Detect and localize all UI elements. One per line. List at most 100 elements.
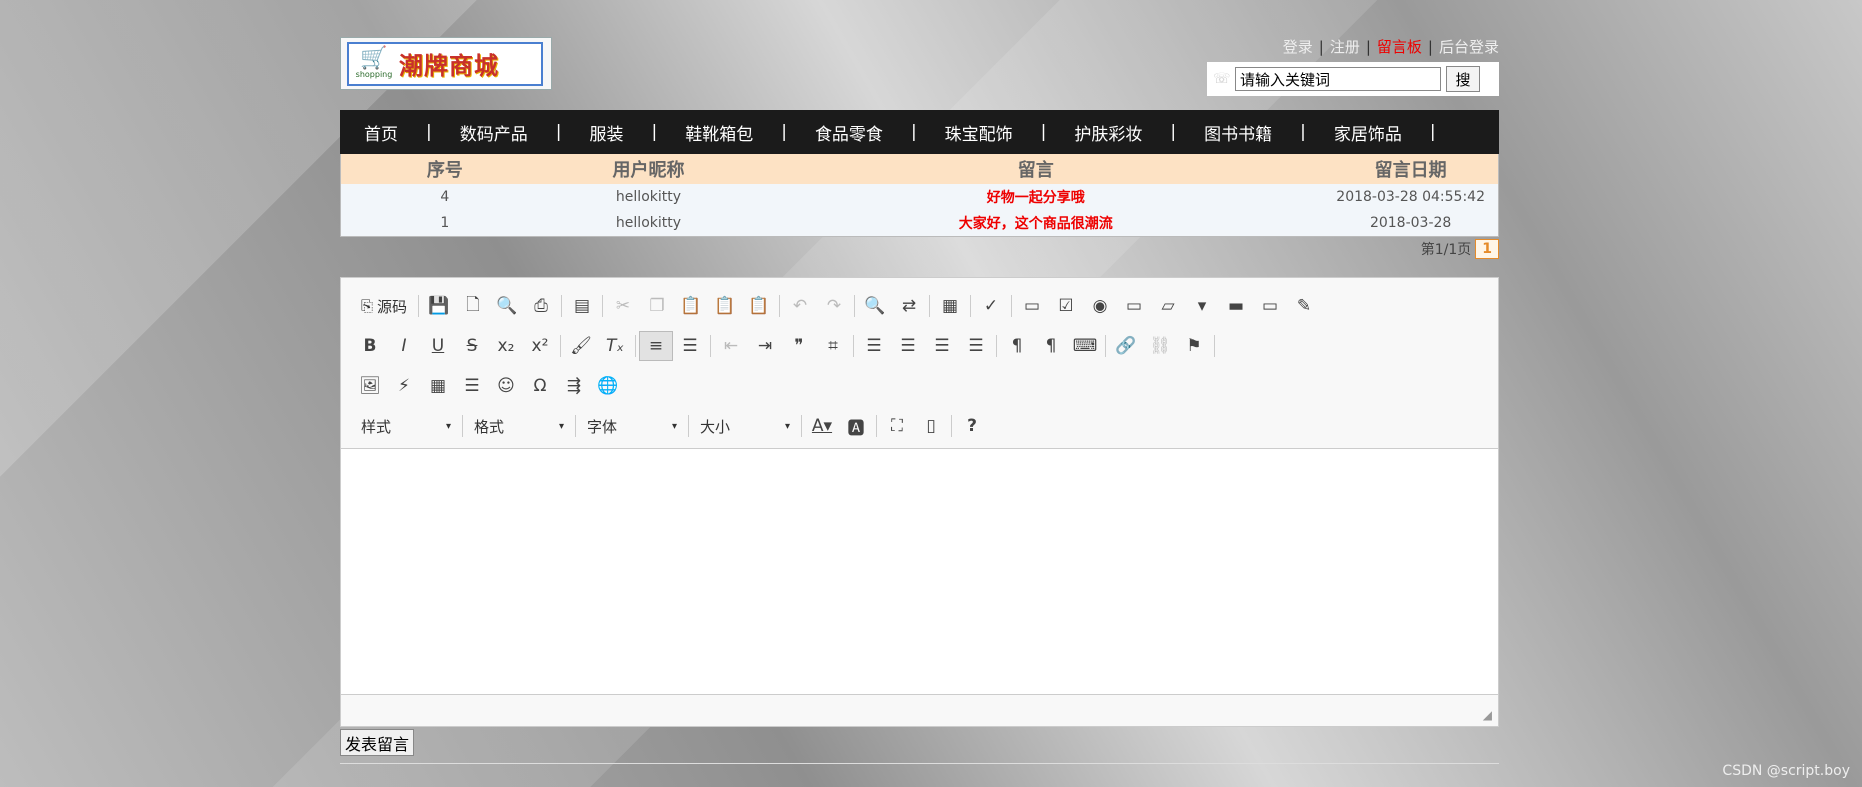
replace-icon[interactable]: ⇄ [892, 291, 926, 321]
cut-icon[interactable]: ✂ [606, 291, 640, 321]
search-button[interactable]: 搜 [1446, 66, 1480, 92]
unlink-icon[interactable]: ⛓ [1143, 331, 1177, 361]
table-row: 1 hellokitty 大家好，这个商品很潮流 2018-03-28 [341, 210, 1498, 236]
checkbox-icon[interactable]: ☑ [1049, 291, 1083, 321]
select-all-icon[interactable]: ▦ [933, 291, 967, 321]
site-logo[interactable]: 🛒 shopping 潮牌商城 [340, 37, 552, 90]
table-icon[interactable]: ▦ [421, 371, 455, 401]
iframe-globe-icon[interactable]: 🌐 [591, 371, 625, 401]
spellcheck-icon[interactable]: ✓ [974, 291, 1008, 321]
search-input[interactable] [1235, 67, 1441, 91]
cell-id: 1 [440, 215, 450, 231]
bulleted-list-icon[interactable]: ☰ [673, 331, 707, 361]
nav-item-home-decor[interactable]: 家居饰品 [1334, 120, 1402, 145]
show-blocks-icon[interactable]: ▯ [914, 411, 948, 441]
bold-icon[interactable]: B [353, 331, 387, 361]
outdent-icon[interactable]: ⇤ [714, 331, 748, 361]
styles-combo[interactable]: 样式 ▾ [353, 412, 459, 440]
remove-format-icon[interactable]: Tₓ [598, 331, 632, 361]
align-left-icon[interactable]: ☰ [857, 331, 891, 361]
superscript-icon[interactable]: x² [523, 331, 557, 361]
preview-icon[interactable]: 🔍 [490, 291, 524, 321]
nav-item-home[interactable]: 首页 [364, 120, 398, 145]
cell-message: 大家好，这个商品很潮流 [958, 216, 1113, 232]
select-field-icon[interactable]: ▾ [1185, 291, 1219, 321]
textarea-icon[interactable]: ▱ [1151, 291, 1185, 321]
hidden-field-icon[interactable]: ✎ [1287, 291, 1321, 321]
paste-icon[interactable]: 📋 [674, 291, 708, 321]
source-icon: ⎘ [360, 297, 373, 315]
page-number-current[interactable]: 1 [1475, 239, 1499, 259]
editor-content-area[interactable] [341, 449, 1498, 695]
paste-word-icon[interactable]: 📋 [742, 291, 776, 321]
numbered-list-icon[interactable]: ≡ [639, 331, 673, 361]
login-link[interactable]: 登录 [1283, 38, 1313, 56]
editor-resize-bar: ◢ [341, 695, 1498, 726]
register-link[interactable]: 注册 [1330, 38, 1360, 56]
nav-item-jewelry[interactable]: 珠宝配饰 [945, 120, 1013, 145]
page-break-icon[interactable]: ⇶ [557, 371, 591, 401]
watermark: CSDN @script.boy [1722, 763, 1850, 779]
undo-icon[interactable]: ↶ [783, 291, 817, 321]
nav-item-food[interactable]: 食品零食 [815, 120, 883, 145]
button-field-icon[interactable]: ▬ [1219, 291, 1253, 321]
anchor-flag-icon[interactable]: ⚑ [1177, 331, 1211, 361]
source-button[interactable]: ⎘ 源码 [353, 291, 415, 321]
blockquote-icon[interactable]: ❞ [782, 331, 816, 361]
nav-item-books[interactable]: 图书书籍 [1204, 120, 1272, 145]
redo-icon[interactable]: ↷ [817, 291, 851, 321]
image-button-icon[interactable]: ▭ [1253, 291, 1287, 321]
chevron-down-icon: ▾ [445, 420, 451, 432]
underline-icon[interactable]: U [421, 331, 455, 361]
flash-icon[interactable]: ⚡ [387, 371, 421, 401]
nav-item-clothing[interactable]: 服装 [589, 120, 623, 145]
maximize-icon[interactable]: ⛶ [880, 411, 914, 441]
nav-item-digital[interactable]: 数码产品 [460, 120, 528, 145]
link-icon[interactable]: 🔗 [1109, 331, 1143, 361]
text-color-icon[interactable]: A▾ [805, 411, 839, 441]
align-right-icon[interactable]: ☰ [925, 331, 959, 361]
size-combo[interactable]: 大小 ▾ [692, 412, 798, 440]
ltr-icon[interactable]: ¶ [1000, 331, 1034, 361]
image-icon[interactable]: 🖼 [353, 371, 387, 401]
print-icon[interactable]: ⎙ [524, 291, 558, 321]
column-header: 留言 [1017, 160, 1054, 181]
textfield-icon[interactable]: ▭ [1117, 291, 1151, 321]
copy-icon[interactable]: ❐ [640, 291, 674, 321]
language-icon[interactable]: ⌨ [1068, 331, 1102, 361]
rtl-icon[interactable]: ¶ [1034, 331, 1068, 361]
copy-format-icon[interactable]: 🖌 [564, 331, 598, 361]
chevron-down-icon: ▾ [671, 420, 677, 432]
find-icon[interactable]: 🔍 [858, 291, 892, 321]
align-center-icon[interactable]: ☰ [891, 331, 925, 361]
admin-login-link[interactable]: 后台登录 [1439, 38, 1499, 56]
special-char-icon[interactable]: Ω [523, 371, 557, 401]
toolbar-row: 🖼 ⚡ ▦ ☰ ☺ Ω ⇶ 🌐 [353, 366, 1486, 406]
nav-item-shoes-bags[interactable]: 鞋靴箱包 [685, 120, 753, 145]
paste-text-icon[interactable]: 📋 [708, 291, 742, 321]
bg-color-icon[interactable]: 🅰 [839, 411, 873, 441]
table-header: 序号 用户昵称 留言 留言日期 [341, 154, 1498, 184]
help-icon[interactable]: ? [955, 411, 989, 441]
form-icon[interactable]: ▭ [1015, 291, 1049, 321]
templates-icon[interactable]: ▤ [565, 291, 599, 321]
strikethrough-icon[interactable]: S [455, 331, 489, 361]
submit-message-button[interactable]: 发表留言 [340, 729, 415, 756]
italic-icon[interactable]: I [387, 331, 421, 361]
format-combo[interactable]: 格式 ▾ [466, 412, 572, 440]
radio-icon[interactable]: ◉ [1083, 291, 1117, 321]
subscript-icon[interactable]: x₂ [489, 331, 523, 361]
column-header: 序号 [426, 160, 463, 181]
div-container-icon[interactable]: ⌗ [816, 331, 850, 361]
horizontal-rule-icon[interactable]: ☰ [455, 371, 489, 401]
font-combo[interactable]: 字体 ▾ [579, 412, 685, 440]
new-page-icon[interactable]: 🗋 [456, 291, 490, 321]
align-justify-icon[interactable]: ☰ [959, 331, 993, 361]
save-icon[interactable]: 💾 [422, 291, 456, 321]
chevron-down-icon: ▾ [784, 420, 790, 432]
nav-item-cosmetics[interactable]: 护肤彩妆 [1074, 120, 1142, 145]
smiley-icon[interactable]: ☺ [489, 371, 523, 401]
resize-handle-icon[interactable]: ◢ [1483, 708, 1492, 722]
indent-icon[interactable]: ⇥ [748, 331, 782, 361]
message-board-link[interactable]: 留言板 [1377, 38, 1422, 56]
